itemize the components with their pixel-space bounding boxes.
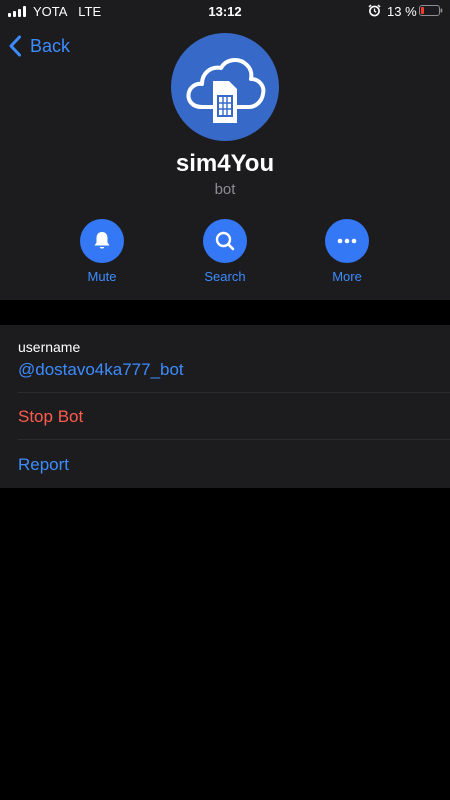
- more-circle: [325, 219, 369, 263]
- cloud-sim-icon: [186, 58, 266, 123]
- search-circle: [203, 219, 247, 263]
- status-bar: YOTA LTE 13:12 13 %: [0, 0, 450, 24]
- report-button[interactable]: Report: [18, 455, 450, 475]
- profile-subtitle: bot: [214, 181, 236, 198]
- divider: [18, 392, 450, 393]
- back-button[interactable]: Back: [8, 32, 70, 60]
- more-icon: [337, 238, 357, 244]
- chevron-left-icon: [9, 35, 21, 57]
- more-button[interactable]: More: [307, 219, 387, 284]
- more-label: More: [332, 269, 362, 284]
- battery-percent: 13 %: [387, 4, 417, 19]
- search-icon: [215, 231, 235, 251]
- divider: [18, 439, 450, 440]
- alarm-icon: [368, 4, 381, 17]
- search-label: Search: [204, 269, 246, 284]
- status-time: 13:12: [208, 4, 242, 19]
- bell-icon: [94, 232, 110, 249]
- profile-header: YOTA LTE 13:12 13 % Back sim4You bot Mut…: [0, 0, 450, 300]
- mute-label: Mute: [87, 269, 117, 284]
- profile-name: sim4You: [175, 150, 275, 177]
- battery-icon: [419, 5, 443, 16]
- avatar[interactable]: [171, 33, 279, 141]
- mute-circle: [80, 219, 124, 263]
- info-list: username @dostavo4ka777_bot Stop Bot Rep…: [0, 325, 450, 488]
- back-label: Back: [30, 35, 71, 56]
- stop-bot-button[interactable]: Stop Bot: [18, 407, 450, 427]
- username-link[interactable]: @dostavo4ka777_bot: [18, 360, 450, 380]
- mute-button[interactable]: Mute: [62, 219, 142, 284]
- username-label: username: [18, 339, 81, 355]
- search-button[interactable]: Search: [185, 219, 265, 284]
